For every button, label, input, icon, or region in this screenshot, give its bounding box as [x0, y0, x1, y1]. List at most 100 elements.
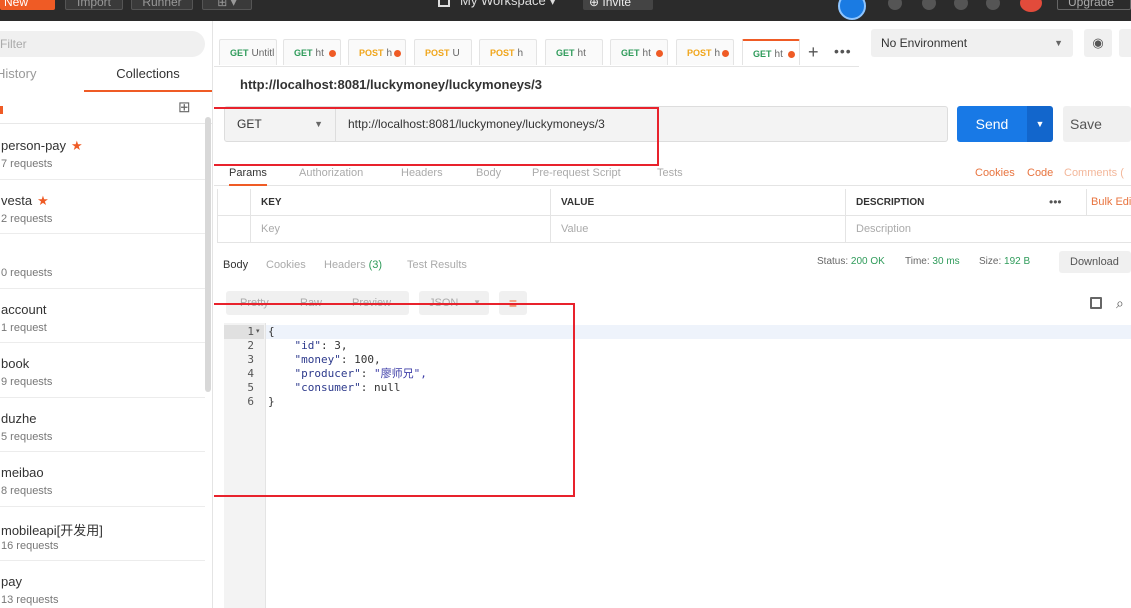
sidebar-scrollbar[interactable]	[205, 117, 211, 392]
request-tab[interactable]: POST h	[479, 39, 537, 65]
format-raw[interactable]: Raw	[300, 291, 322, 315]
request-tab[interactable]: POST U	[414, 39, 472, 65]
new-window-button[interactable]: ⊞ ▾	[202, 0, 252, 10]
request-tab[interactable]: GET Untitl	[219, 39, 277, 65]
tab-test-results[interactable]: Test Results	[407, 259, 467, 271]
tab-title: h	[386, 48, 393, 59]
request-tab[interactable]: POST h	[348, 39, 406, 65]
tab-response-body[interactable]: Body	[223, 259, 248, 271]
more-options-icon[interactable]: •••	[1049, 189, 1062, 216]
invite-label: Invite	[602, 0, 632, 9]
settings-icon[interactable]	[922, 0, 936, 10]
tab-tests[interactable]: Tests	[657, 167, 683, 179]
collection-item[interactable]: duzhe 5 requests	[0, 398, 205, 452]
filter-input[interactable]: Filter	[0, 31, 205, 57]
star-icon[interactable]: ★	[37, 193, 49, 208]
tab-prerequest-script[interactable]: Pre-request Script	[532, 167, 621, 179]
collection-count: 7 requests	[1, 158, 53, 170]
collection-item[interactable]: vesta ★ 2 requests	[0, 180, 205, 234]
request-tab[interactable]: GET ht	[610, 39, 668, 65]
comments-link[interactable]: Comments (	[1064, 167, 1124, 179]
collection-item[interactable]: 0 requests	[0, 234, 205, 289]
more-tabs-icon[interactable]: •••	[834, 43, 852, 59]
param-key-input[interactable]: Key	[250, 216, 550, 243]
params-header-row: KEY VALUE DESCRIPTION ••• Bulk Edi	[217, 189, 1131, 216]
collection-item[interactable]: meibao 8 requests	[0, 452, 205, 507]
new-button[interactable]: New	[0, 0, 55, 10]
code-link[interactable]: Code	[1027, 167, 1053, 179]
workspace-switcher[interactable]: My Workspace ▾	[438, 0, 556, 9]
avatar[interactable]	[1020, 0, 1042, 12]
environment-quick-look-icon[interactable]: ◉	[1084, 29, 1112, 57]
url-input[interactable]: http://localhost:8081/luckymoney/luckymo…	[336, 106, 948, 142]
collection-count: 16 requests	[1, 539, 59, 552]
environment-select[interactable]: No Environment ▼	[871, 29, 1073, 57]
download-button[interactable]: Download	[1059, 251, 1131, 273]
size-label: Size:	[979, 256, 1002, 267]
save-button[interactable]: Save	[1063, 106, 1131, 142]
request-tab[interactable]: GET ht	[283, 39, 341, 65]
active-line-highlight	[266, 325, 1131, 339]
send-options-icon[interactable]: ▼	[1027, 106, 1053, 142]
cookies-link[interactable]: Cookies	[975, 167, 1015, 179]
manage-environments-icon[interactable]	[1119, 29, 1131, 57]
sync-icon[interactable]	[838, 0, 866, 20]
method-select[interactable]: GET ▼	[224, 106, 336, 142]
collection-item[interactable]: mobileapi[开发用] 16 requests	[0, 507, 205, 561]
copy-icon[interactable]	[1090, 297, 1102, 309]
heart-icon[interactable]	[986, 0, 1000, 10]
collection-item[interactable]: person-pay ★ 7 requests	[0, 125, 205, 180]
time-readout: Time: 30 ms	[905, 256, 960, 267]
tab-method: GET	[556, 48, 575, 58]
trash-icon[interactable]	[0, 106, 3, 114]
tab-headers[interactable]: Headers	[401, 167, 443, 179]
interceptor-icon[interactable]	[888, 0, 902, 10]
collection-item[interactable]: account 1 request	[0, 289, 205, 343]
fold-caret-icon[interactable]: ▾	[256, 325, 260, 339]
send-button[interactable]: Send	[957, 106, 1027, 142]
param-description-input[interactable]: Description	[845, 216, 1131, 243]
request-tab-active[interactable]: GET ht	[742, 39, 800, 65]
star-icon[interactable]: ★	[71, 138, 83, 153]
collection-item[interactable]: book 9 requests	[0, 343, 205, 398]
tab-method: POST	[425, 48, 450, 58]
collection-item[interactable]: pay 13 requests	[0, 561, 205, 608]
runner-button[interactable]: Runner	[131, 0, 193, 10]
format-select[interactable]: JSON ▼	[419, 291, 489, 315]
tab-title: ht	[577, 48, 586, 59]
request-tab[interactable]: GET ht	[545, 39, 603, 65]
add-tab-icon[interactable]: +	[808, 42, 819, 63]
format-pretty[interactable]: Pretty	[240, 291, 269, 315]
params-checkbox-header	[217, 189, 250, 216]
tab-params[interactable]: Params	[229, 167, 267, 186]
new-collection-icon[interactable]: ⊞	[178, 100, 194, 116]
import-button[interactable]: Import	[65, 0, 123, 10]
upgrade-button[interactable]: Upgrade	[1057, 0, 1131, 10]
request-tab[interactable]: POST h	[676, 39, 734, 65]
tab-response-cookies[interactable]: Cookies	[266, 259, 306, 271]
workspace-label: My Workspace	[460, 0, 546, 8]
invite-button[interactable]: ⊕ Invite	[583, 0, 653, 10]
tab-authorization[interactable]: Authorization	[299, 167, 363, 179]
line-gutter: 1 ▾ 2 3 4 5 6	[224, 323, 266, 608]
wrap-lines-icon[interactable]: ≡	[499, 291, 527, 315]
notifications-icon[interactable]	[954, 0, 968, 10]
code-line: "money": 100,	[294, 353, 381, 366]
param-checkbox[interactable]	[217, 216, 250, 243]
chevron-down-icon: ▼	[473, 298, 481, 307]
bulk-edit-link[interactable]: Bulk Edi	[1086, 189, 1131, 216]
param-value-input[interactable]: Value	[550, 216, 845, 243]
tab-response-headers[interactable]: Headers (3)	[324, 259, 382, 271]
format-preview[interactable]: Preview	[352, 291, 391, 315]
search-icon[interactable]: ⌕	[1116, 295, 1124, 312]
request-subtabs: Params Authorization Headers Body Pre-re…	[214, 161, 1131, 186]
collection-count: 13 requests	[1, 594, 59, 606]
request-tabs-bar: GET Untitl GET ht POST h POST U POST h GET ht …	[214, 37, 859, 67]
tab-collections[interactable]: Collections	[84, 64, 212, 92]
collection-count: 2 requests	[1, 212, 53, 225]
tab-title: h	[517, 48, 524, 59]
tab-method: POST	[490, 48, 515, 58]
response-body-editor[interactable]: 1 ▾ 2 3 4 5 6 { "id": 3, "money": 100, "…	[224, 323, 1131, 608]
tab-body[interactable]: Body	[476, 167, 501, 179]
tab-history[interactable]: History	[0, 64, 36, 92]
